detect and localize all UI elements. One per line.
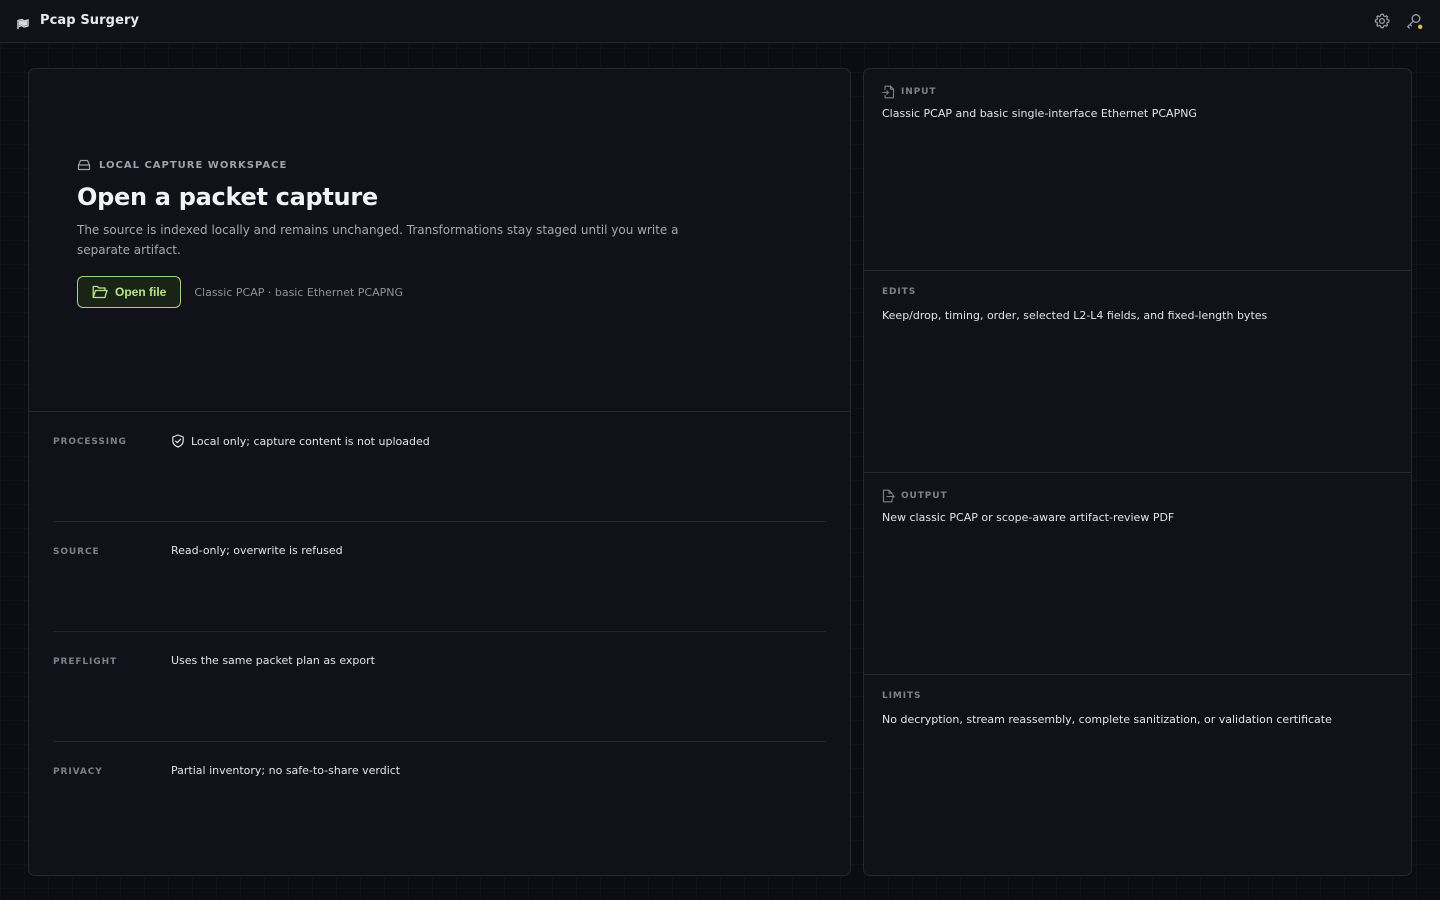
fact-source: SOURCE Read-only; overwrite is refused xyxy=(53,522,826,632)
spec-input: INPUT Classic PCAP and basic single-inte… xyxy=(864,69,1411,271)
gear-icon[interactable] xyxy=(1373,12,1391,30)
fact-privacy: PRIVACY Partial inventory; no safe-to-sh… xyxy=(53,742,826,852)
file-export-icon xyxy=(882,489,895,503)
key-wrench-icon[interactable] xyxy=(1405,12,1423,30)
hero-description: The source is indexed locally and remain… xyxy=(77,223,679,257)
open-file-label: Open file xyxy=(115,285,167,299)
spec-limits: LIMITS No decryption, stream reassembly,… xyxy=(864,675,1411,877)
shield-check-icon xyxy=(172,434,184,448)
workspace-eyebrow: LOCAL CAPTURE WORKSPACE xyxy=(77,159,777,171)
capabilities-panel: INPUT Classic PCAP and basic single-inte… xyxy=(863,68,1412,876)
fact-label: PROCESSING xyxy=(53,437,127,447)
fact-value: Partial inventory; no safe-to-share verd… xyxy=(171,764,400,777)
fact-value: Read-only; overwrite is refused xyxy=(171,544,343,557)
spec-label: OUTPUT xyxy=(882,489,948,503)
spec-value: Classic PCAP and basic single-interface … xyxy=(882,107,1197,120)
app-header: Pcap Surgery xyxy=(0,0,1440,43)
facts-list: PROCESSING Local only; capture content i… xyxy=(53,412,826,852)
fact-value-text: Uses the same packet plan as export xyxy=(171,654,375,667)
eyebrow-text: LOCAL CAPTURE WORKSPACE xyxy=(99,159,288,171)
fact-preflight: PREFLIGHT Uses the same packet plan as e… xyxy=(53,632,826,742)
fact-value-text: Read-only; overwrite is refused xyxy=(171,544,343,557)
page-title: Open a packet capture xyxy=(77,183,378,211)
spec-label: EDITS xyxy=(882,287,916,297)
hero-actions: Open file Classic PCAP · basic Ethernet … xyxy=(77,276,777,308)
spec-value: Keep/drop, timing, order, selected L2-L4… xyxy=(882,309,1268,322)
fact-value: Local only; capture content is not uploa… xyxy=(171,434,430,448)
supported-formats-note: Classic PCAP · basic Ethernet PCAPNG xyxy=(194,285,404,299)
spec-value: No decryption, stream reassembly, comple… xyxy=(882,713,1332,726)
fact-label: PREFLIGHT xyxy=(53,657,118,667)
fact-label: PRIVACY xyxy=(53,767,103,777)
hero: LOCAL CAPTURE WORKSPACE Open a packet ca… xyxy=(77,159,777,308)
fact-value-text: Local only; capture content is not uploa… xyxy=(191,434,430,448)
spec-label-text: LIMITS xyxy=(882,691,922,701)
spec-label-text: OUTPUT xyxy=(901,491,948,501)
folder-open-icon xyxy=(92,285,108,299)
fact-processing: PROCESSING Local only; capture content i… xyxy=(53,412,826,522)
fact-label: SOURCE xyxy=(53,547,100,557)
spec-label: INPUT xyxy=(882,85,936,99)
fact-value-text: Partial inventory; no safe-to-share verd… xyxy=(171,764,401,777)
spec-label-text: EDITS xyxy=(882,287,917,297)
spec-label: LIMITS xyxy=(882,691,921,701)
app-title: Pcap Surgery xyxy=(40,13,140,28)
spec-output: OUTPUT New classic PCAP or scope-aware a… xyxy=(864,473,1411,675)
open-file-button[interactable]: Open file xyxy=(77,276,182,308)
fact-value: Uses the same packet plan as export xyxy=(171,654,375,667)
capture-workspace-panel: LOCAL CAPTURE WORKSPACE Open a packet ca… xyxy=(28,68,851,876)
spec-edits: EDITS Keep/drop, timing, order, selected… xyxy=(864,271,1411,473)
brand: Pcap Surgery xyxy=(17,13,140,29)
file-import-icon xyxy=(882,85,895,99)
spec-label-text: INPUT xyxy=(901,87,937,97)
spec-value: New classic PCAP or scope-aware artifact… xyxy=(882,511,1175,524)
drive-icon xyxy=(77,159,91,171)
flag-wave-logo-icon xyxy=(17,15,29,29)
